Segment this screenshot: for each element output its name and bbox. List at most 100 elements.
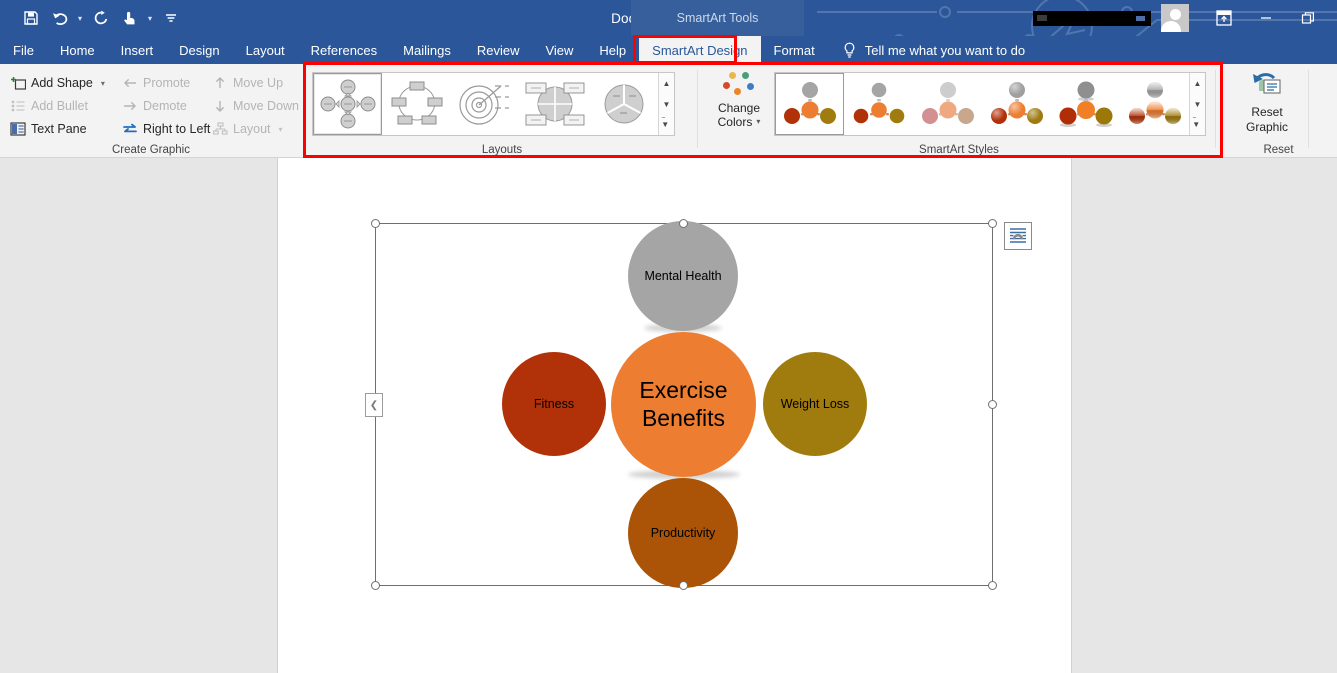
demote-button[interactable]: Demote: [122, 98, 212, 114]
contextual-tools-label: SmartArt Tools: [631, 0, 804, 36]
layouts-scroll-down-icon[interactable]: ▼: [659, 94, 674, 115]
restore-icon[interactable]: [1287, 0, 1329, 36]
layout-options-button[interactable]: [1004, 222, 1032, 250]
add-bullet-button[interactable]: Add Bullet: [10, 98, 122, 114]
styles-scroll-up-icon[interactable]: ▲: [1190, 73, 1205, 94]
node-label-center: Exercise Benefits: [639, 377, 728, 431]
layout-thumb-basic-pie[interactable]: [589, 73, 658, 135]
group-label-smartart-styles: SmartArt Styles: [919, 144, 999, 156]
layout-options-icon: [1010, 228, 1026, 243]
tab-layout[interactable]: Layout: [233, 36, 298, 64]
smartart-node-center[interactable]: Exercise Benefits: [611, 332, 756, 477]
node-label-fitness: Fitness: [533, 396, 575, 411]
reset-graphic-button[interactable]: Reset Graphic: [1232, 68, 1302, 135]
layout-thumb-radial-cluster[interactable]: [313, 73, 382, 135]
window-controls: [1033, 0, 1329, 36]
handle-bottom-left[interactable]: [371, 581, 380, 590]
tell-me-text: Tell me what you want to do: [864, 42, 1026, 58]
tab-smartart-design[interactable]: SmartArt Design: [639, 36, 761, 64]
promote-button[interactable]: Promote: [122, 75, 212, 91]
style-thumb-polished[interactable]: [1120, 73, 1189, 135]
layouts-more-icon[interactable]: ▼ ‾: [659, 114, 674, 135]
lightbulb-icon: [842, 42, 857, 59]
style-thumb-white-outline[interactable]: [844, 73, 913, 135]
tab-home[interactable]: Home: [47, 36, 108, 64]
group-label-reset: Reset: [1263, 144, 1294, 156]
group-layouts: ▲ ▼ ▼ ‾ Layouts: [306, 64, 698, 158]
move-up-icon: [212, 75, 228, 91]
smartart-styles-gallery[interactable]: ▲ ▼ ▼ ‾: [774, 72, 1206, 136]
tab-view[interactable]: View: [532, 36, 586, 64]
style-thumb-subtle-effect[interactable]: [913, 73, 982, 135]
smartart-node-weight-loss[interactable]: Weight Loss: [763, 352, 867, 456]
handle-top-center[interactable]: [679, 219, 688, 228]
text-pane-icon: [10, 121, 26, 137]
node-label-mental-health: Mental Health: [644, 268, 722, 283]
tab-mailings[interactable]: Mailings: [390, 36, 464, 64]
layout-button[interactable]: Layout ▾: [212, 121, 283, 137]
move-up-label: Move Up: [233, 76, 284, 90]
text-pane-toggle-button[interactable]: ❮: [365, 393, 383, 417]
move-up-button[interactable]: Move Up: [212, 75, 283, 91]
handle-bottom-center[interactable]: [679, 581, 688, 590]
add-shape-dropdown-icon[interactable]: ▾: [101, 79, 105, 88]
avatar[interactable]: [1161, 4, 1189, 32]
styles-more-icon[interactable]: ▼ ‾: [1190, 114, 1205, 135]
tab-review[interactable]: Review: [464, 36, 533, 64]
ribbon: Add Shape ▾ Promote Move Up Add Bullet D…: [0, 64, 1337, 158]
style-thumb-simple-fill[interactable]: [775, 73, 844, 135]
move-down-button[interactable]: Move Down: [212, 98, 299, 114]
move-down-label: Move Down: [233, 99, 299, 113]
group-separator: [697, 70, 698, 148]
promote-icon: [122, 75, 138, 91]
tab-design[interactable]: Design: [166, 36, 232, 64]
group-label-create-graphic: Create Graphic: [112, 144, 190, 156]
text-pane-button[interactable]: Text Pane: [10, 121, 122, 137]
change-colors-dropdown-icon[interactable]: ▾: [756, 115, 760, 129]
handle-top-left[interactable]: [371, 219, 380, 228]
tab-list: File Home Insert Design Layout Reference…: [0, 36, 1337, 64]
smartart-node-fitness[interactable]: Fitness: [502, 352, 606, 456]
group-separator: [1215, 70, 1216, 148]
ribbon-display-options-icon[interactable]: [1203, 0, 1245, 36]
layout-thumb-basic-matrix[interactable]: [520, 73, 589, 135]
reset-graphic-label-line1: Reset: [1251, 105, 1283, 119]
change-colors-label-line2: Colors: [717, 115, 753, 129]
layouts-gallery-scroll[interactable]: ▲ ▼ ▼ ‾: [658, 73, 674, 135]
node-label-weight-loss: Weight Loss: [780, 396, 850, 411]
layout-thumb-basic-cycle[interactable]: [382, 73, 451, 135]
layout-dropdown-icon[interactable]: ▾: [279, 125, 283, 134]
layout-label: Layout: [233, 122, 271, 136]
tab-format[interactable]: Format: [761, 36, 828, 64]
word-window: ▾ ▾ Document1 - Word SmartArt Tools: [0, 0, 1337, 673]
style-thumb-intense-effect[interactable]: [1051, 73, 1120, 135]
styles-gallery-scroll[interactable]: ▲ ▼ ▼ ‾: [1189, 73, 1205, 135]
style-thumb-moderate-effect[interactable]: [982, 73, 1051, 135]
handle-bottom-right[interactable]: [988, 581, 997, 590]
smartart-node-mental-health[interactable]: Mental Health: [628, 221, 738, 331]
tab-help[interactable]: Help: [586, 36, 639, 64]
tab-file[interactable]: File: [0, 36, 47, 64]
change-colors-button[interactable]: Change Colors ▾: [710, 70, 768, 144]
add-shape-button[interactable]: Add Shape ▾: [10, 75, 122, 91]
right-to-left-button[interactable]: Right to Left: [122, 121, 212, 137]
tell-me-box[interactable]: Tell me what you want to do: [828, 36, 1025, 64]
demote-icon: [122, 98, 138, 114]
layouts-scroll-up-icon[interactable]: ▲: [659, 73, 674, 94]
node-label-productivity: Productivity: [650, 525, 716, 540]
tab-references[interactable]: References: [298, 36, 390, 64]
layouts-gallery[interactable]: ▲ ▼ ▼ ‾: [312, 72, 675, 136]
handle-top-right[interactable]: [988, 219, 997, 228]
text-pane-label: Text Pane: [31, 122, 87, 136]
right-to-left-label: Right to Left: [143, 122, 211, 136]
group-smartart-styles: Change Colors ▾ ▲ ▼ ▼ ‾ SmartArt Styles: [702, 64, 1216, 158]
add-bullet-label: Add Bullet: [31, 99, 88, 113]
minimize-icon[interactable]: [1245, 0, 1287, 36]
smartart-node-productivity[interactable]: Productivity: [628, 478, 738, 588]
group-separator: [1308, 70, 1309, 148]
change-colors-icon: [723, 72, 755, 98]
handle-middle-right[interactable]: [988, 400, 997, 409]
tab-insert[interactable]: Insert: [108, 36, 167, 64]
styles-scroll-down-icon[interactable]: ▼: [1190, 94, 1205, 115]
layout-thumb-basic-target[interactable]: [451, 73, 520, 135]
